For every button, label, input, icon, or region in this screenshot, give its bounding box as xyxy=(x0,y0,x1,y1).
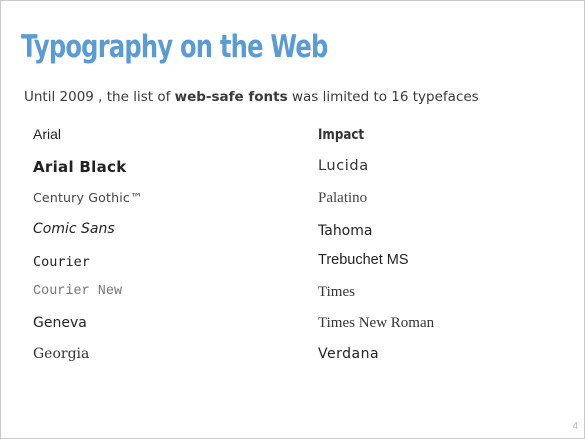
slide-subtitle: Until 2009 , the list of web-safe fonts … xyxy=(24,89,479,105)
font-comic-sans: Comic Sans xyxy=(33,221,115,237)
font-trebuchet-ms: Trebuchet MS xyxy=(318,252,409,268)
font-georgia: Georgia xyxy=(33,346,90,362)
font-palatino: Palatino xyxy=(318,190,368,206)
slide-title: Typography on the Web xyxy=(21,29,328,65)
subtitle-prefix: Until 2009 , the list of xyxy=(24,89,175,105)
font-tahoma: Tahoma xyxy=(318,223,373,239)
font-courier: Courier xyxy=(33,254,90,270)
font-courier-new: Courier New xyxy=(33,284,123,299)
slide: Typography on the Web Until 2009 , the l… xyxy=(0,0,585,439)
page-number: 4 xyxy=(572,421,578,432)
subtitle-suffix: was limited to 16 typefaces xyxy=(287,89,479,105)
font-century-gothic: Century Gothic™ xyxy=(33,190,143,205)
font-lucida: Lucida xyxy=(318,158,369,174)
font-times-new-roman: Times New Roman xyxy=(318,315,435,331)
font-arial: Arial xyxy=(33,126,62,142)
font-times: Times xyxy=(318,284,355,300)
font-impact: Impact xyxy=(318,127,365,143)
font-geneva: Geneva xyxy=(33,315,87,331)
font-arial-black: Arial Black xyxy=(33,158,127,176)
subtitle-bold: web-safe fonts xyxy=(174,89,288,105)
font-verdana: Verdana xyxy=(318,346,380,362)
